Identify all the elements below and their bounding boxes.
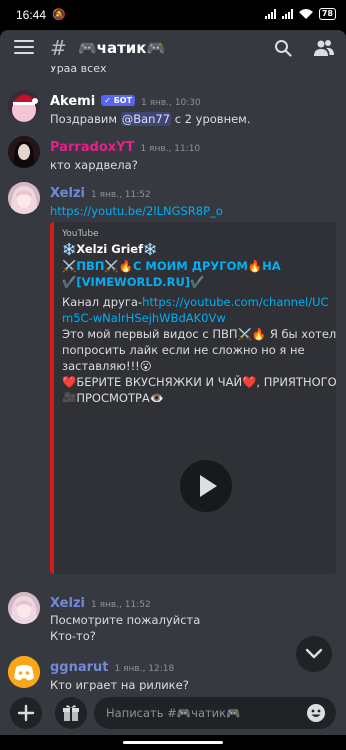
notifications-muted-icon: 🔕: [52, 8, 66, 21]
desc-body: Это мой первый видос с ПВП⚔️🔥 Я бы хотел…: [62, 327, 337, 373]
text-segment: с 2 уровнем.: [171, 112, 251, 126]
message-text: Кто играет на рилике?: [50, 678, 189, 691]
username[interactable]: Xelzi: [50, 186, 85, 201]
status-time: 16:44: [16, 8, 47, 22]
username[interactable]: ParradoxYT: [50, 140, 134, 155]
message-input-placeholder: Написать #🎮чатик🎮: [106, 706, 241, 720]
avatar-ggnarut[interactable]: [8, 656, 40, 688]
bot-badge-label: БОТ: [113, 96, 133, 105]
members-icon[interactable]: [314, 39, 334, 57]
message-header: Xelzi 1 янв., 11:52: [50, 186, 151, 201]
timestamp: 1 янв., 11:52: [90, 600, 151, 610]
message-composer: Написать #🎮чатик🎮: [0, 691, 346, 735]
text-segment: Поздравим: [50, 112, 121, 126]
embed-title[interactable]: ❄️Xelzi Grief❄️: [62, 242, 157, 256]
gift-button[interactable]: [55, 697, 87, 729]
emoji-icon[interactable]: [306, 703, 326, 723]
avatar-xelzi[interactable]: [8, 182, 40, 214]
gift-icon: [63, 705, 79, 721]
chevron-down-icon: [305, 648, 323, 659]
avatar-xelzi[interactable]: [8, 592, 40, 624]
channel-header: # 🎮чатик🎮: [0, 30, 346, 66]
embed-subtitle[interactable]: ⚔️ПВП⚔️🔥С МОИМ ДРУГОМ🔥НА ✔️[VIMEWORLD.RU…: [62, 258, 338, 290]
timestamp: 1 янв., 11:52: [90, 190, 151, 200]
signal-icon: [264, 9, 276, 19]
checkmark-icon: ✓: [104, 96, 114, 105]
message-header: ParradoxYT 1 янв., 11:10: [50, 140, 200, 155]
channel-title[interactable]: 🎮чатик🎮: [78, 39, 165, 57]
previous-message-text: Ураа всех: [50, 66, 107, 75]
message-header: Xelzi 1 янв., 11:52: [50, 596, 151, 611]
video-thumbnail[interactable]: [60, 402, 336, 564]
timestamp: 1 янв., 11:10: [140, 144, 201, 154]
status-bar: 16:44 🔕 78: [0, 0, 346, 30]
hash-icon: #: [50, 36, 67, 60]
embed-description: Канал друга-https://youtube.com/channel/…: [62, 294, 338, 406]
username[interactable]: Akemi: [50, 94, 95, 109]
message-link[interactable]: https://youtu.be/2lLNGSR8P_o: [50, 203, 223, 219]
menu-icon[interactable]: [14, 40, 34, 56]
message-list[interactable]: Ураа всех Akemi ✓ БОТ 1 янв., 10:30 Позд…: [0, 66, 346, 691]
timestamp: 1 янв., 10:30: [141, 98, 201, 108]
add-attachment-button[interactable]: [10, 697, 42, 729]
avatar-akemi[interactable]: [8, 90, 40, 122]
youtube-embed[interactable]: YouTube ❄️Xelzi Grief❄️ ⚔️ПВП⚔️🔥С МОИМ Д…: [50, 222, 338, 574]
message-text: Посмотрите пожалуйста: [50, 613, 201, 627]
scroll-to-bottom-button[interactable]: [296, 636, 332, 672]
message-text: Кто-то?: [50, 629, 96, 643]
message-text: Поздравим @Ban77 с 2 уровнем.: [50, 111, 251, 127]
system-nav-bar: [0, 735, 346, 750]
username[interactable]: Xelzi: [50, 596, 85, 611]
bot-badge: ✓ БОТ: [101, 95, 136, 106]
message-input[interactable]: Написать #🎮чатик🎮: [94, 697, 336, 729]
embed-provider[interactable]: YouTube: [62, 229, 99, 239]
signal-icon-2: [281, 9, 293, 19]
username[interactable]: ggnarut: [50, 660, 109, 675]
user-mention[interactable]: @Ban77: [120, 112, 172, 126]
desc-end: ❤️БЕРИТЕ ВКУСНЯЖКИ И ЧАЙ❤️, ПРИЯТНОГО 🎥П…: [62, 375, 337, 405]
wifi-icon: [298, 9, 313, 19]
message-header: ggnarut 1 янв., 12:18: [50, 660, 174, 675]
desc-prefix: Канал друга-: [62, 295, 143, 309]
message-header: Akemi ✓ БОТ 1 янв., 10:30: [50, 94, 201, 109]
battery-level: 78: [318, 8, 336, 20]
message-text: кто хардвела?: [50, 158, 138, 172]
search-icon[interactable]: [274, 39, 292, 57]
timestamp: 1 янв., 12:18: [114, 664, 175, 674]
status-icons: 78: [264, 8, 336, 20]
play-icon: [200, 475, 217, 497]
home-indicator[interactable]: [123, 741, 223, 744]
avatar-parradoxyt[interactable]: [8, 136, 40, 168]
plus-icon: [17, 704, 35, 722]
play-button[interactable]: [180, 460, 232, 512]
